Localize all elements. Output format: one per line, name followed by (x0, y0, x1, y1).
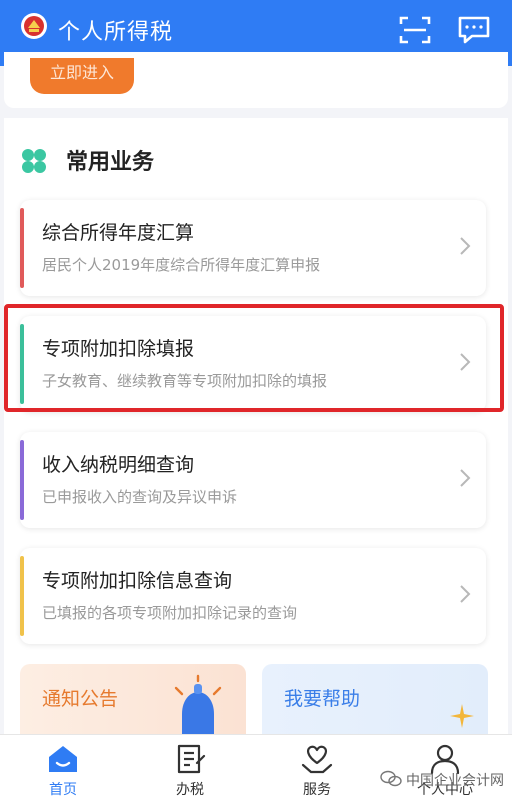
chevron-right-icon (460, 585, 471, 603)
bottom-tab-bar: 首页 办税 服务 个人中心 (0, 734, 512, 802)
tab-tax[interactable]: 办税 (145, 735, 235, 802)
item-accent-bar (20, 556, 24, 636)
chevron-right-icon (460, 237, 471, 255)
item-subtitle: 子女教育、继续教育等专项附加扣除的填报 (42, 372, 328, 390)
bell-icon (174, 674, 222, 734)
item-title: 综合所得年度汇算 (42, 222, 195, 244)
help-card[interactable]: 我要帮助 (262, 664, 488, 734)
service-item-special-deduction-fill[interactable]: 专项附加扣除填报 子女教育、继续教育等专项附加扣除的填报 (20, 316, 486, 412)
tax-form-icon (177, 744, 206, 774)
item-title: 专项附加扣除填报 (42, 338, 195, 360)
item-subtitle: 已申报收入的查询及异议申诉 (42, 488, 238, 506)
home-icon (49, 746, 77, 772)
message-icon[interactable] (456, 14, 492, 46)
item-subtitle: 居民个人2019年度综合所得年度汇算申报 (42, 256, 321, 274)
clover-icon (22, 149, 46, 173)
item-title: 专项附加扣除信息查询 (42, 570, 233, 592)
chevron-right-icon (460, 353, 471, 371)
tab-label: 办税 (176, 782, 204, 798)
section-title: 常用业务 (66, 150, 155, 175)
item-accent-bar (20, 208, 24, 288)
app-title: 个人所得税 (58, 20, 174, 45)
tab-label: 首页 (49, 782, 77, 798)
item-subtitle: 已填报的各项专项附加扣除记录的查询 (42, 604, 298, 622)
tab-profile[interactable]: 个人中心 (400, 735, 490, 802)
sparkle-icon (450, 704, 474, 728)
tab-label: 服务 (303, 782, 331, 798)
service-item-income-tax-detail[interactable]: 收入纳税明细查询 已申报收入的查询及异议申诉 (20, 432, 486, 528)
wechat-icon (380, 770, 402, 787)
chevron-right-icon (460, 469, 471, 487)
service-item-special-deduction-query[interactable]: 专项附加扣除信息查询 已填报的各项专项附加扣除记录的查询 (20, 548, 486, 644)
scan-icon[interactable] (398, 14, 432, 46)
item-accent-bar (20, 440, 24, 520)
notice-label: 通知公告 (42, 688, 119, 710)
enter-now-button[interactable]: 立即进入 (30, 58, 134, 94)
tab-home[interactable]: 首页 (18, 735, 108, 802)
help-label: 我要帮助 (284, 688, 361, 710)
item-accent-bar (20, 324, 24, 404)
item-title: 收入纳税明细查询 (42, 454, 195, 476)
tab-service[interactable]: 服务 (272, 735, 362, 802)
common-services-section: 常用业务 综合所得年度汇算 居民个人2019年度综合所得年度汇算申报 专项附加扣… (4, 118, 508, 734)
service-item-annual-settlement[interactable]: 综合所得年度汇算 居民个人2019年度综合所得年度汇算申报 (20, 200, 486, 296)
watermark-text: 中国企业会计网 (406, 773, 504, 789)
notice-card[interactable]: 通知公告 (20, 664, 246, 734)
heart-hands-icon (301, 745, 333, 774)
tax-emblem-icon (21, 13, 47, 39)
